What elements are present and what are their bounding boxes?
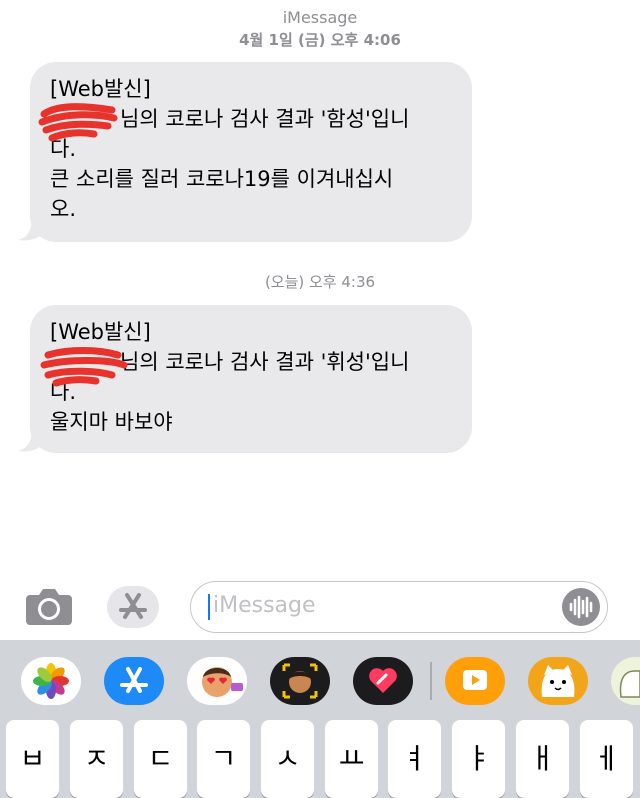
- text-caret: [208, 594, 210, 620]
- key[interactable]: ㄷ: [134, 720, 187, 798]
- key[interactable]: ㄱ: [197, 720, 250, 798]
- key[interactable]: ㅔ: [580, 720, 633, 798]
- photos-icon[interactable]: [21, 657, 81, 705]
- camera-icon[interactable]: [24, 585, 74, 627]
- tray-divider: [430, 662, 432, 700]
- key[interactable]: ㅑ: [452, 720, 505, 798]
- audio-message-button[interactable]: [562, 588, 600, 626]
- timestamp: 4월 1일 (금) 오후 4:06: [239, 31, 401, 49]
- service-label: iMessage: [282, 8, 358, 27]
- redaction-scribble: [38, 103, 118, 142]
- key[interactable]: ㅕ: [388, 720, 441, 798]
- cat-sticker-icon[interactable]: [528, 657, 588, 705]
- message-line: 울지마 바보야: [50, 410, 173, 434]
- apps-button[interactable]: [107, 586, 159, 628]
- key[interactable]: ㅈ: [70, 720, 123, 798]
- key[interactable]: ㅐ: [516, 720, 569, 798]
- key[interactable]: ㅅ: [261, 720, 314, 798]
- message-line: 큰 소리를 질러 코로나19를 이겨내십시: [50, 167, 394, 191]
- digital-touch-icon[interactable]: [353, 657, 413, 705]
- memoji-icon[interactable]: [270, 657, 330, 705]
- app-store-icon: [119, 593, 147, 619]
- message-input[interactable]: iMessage: [190, 581, 608, 633]
- app-store-icon[interactable]: [104, 657, 164, 705]
- key[interactable]: ㅛ: [325, 720, 378, 798]
- waveform-icon: [569, 595, 593, 619]
- message-line: 오.: [50, 197, 76, 221]
- video-app-icon[interactable]: [445, 657, 505, 705]
- timestamp: (오늘) 오후 4:36: [264, 273, 376, 291]
- message-bubble[interactable]: [Web발신] 님의 코로나 검사 결과 '함성'입니 다. 큰 소리를 질러 …: [30, 62, 472, 242]
- memoji-stickers-icon[interactable]: [187, 657, 247, 705]
- key[interactable]: ㅂ: [6, 720, 59, 798]
- redaction-scribble: [40, 347, 128, 387]
- input-placeholder: iMessage: [213, 593, 316, 618]
